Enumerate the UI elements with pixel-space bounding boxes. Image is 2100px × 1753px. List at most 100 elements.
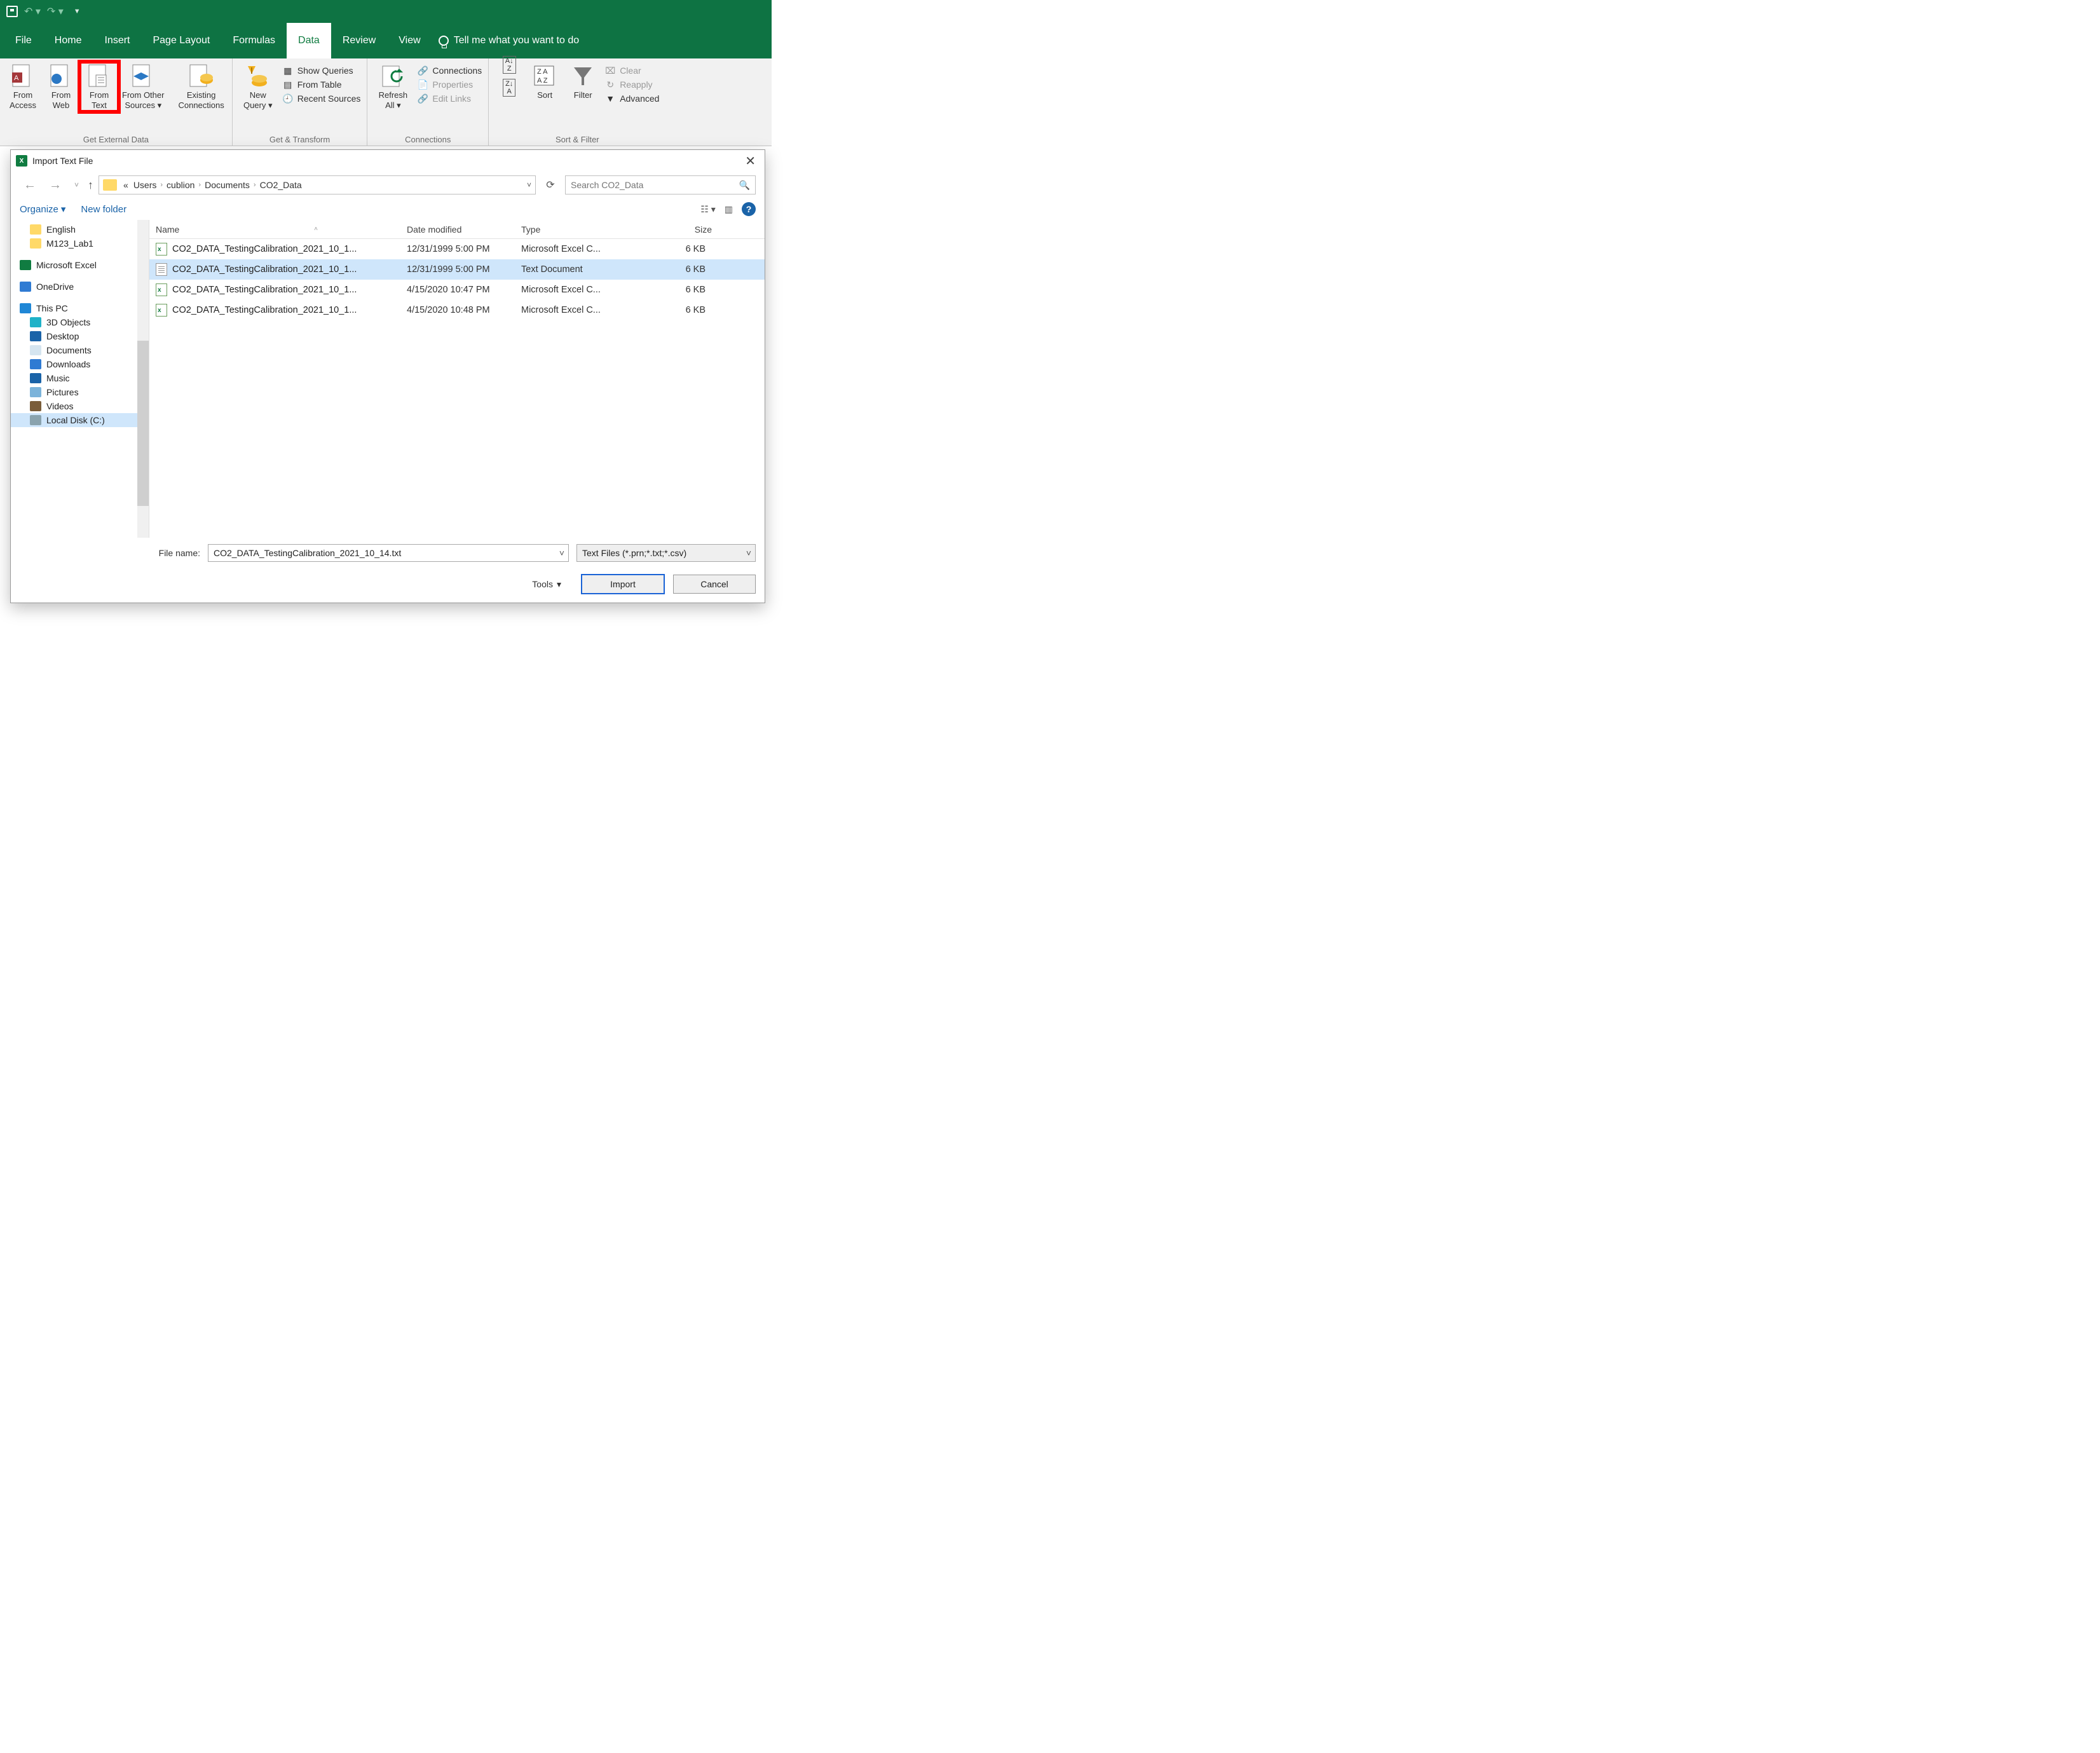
- ribbon-group-sort-filter: A↓ZZ↓A Z AA Z Sort Filter ⌧Clear ↻Reappl…: [489, 58, 665, 146]
- svg-text:Z A: Z A: [537, 68, 548, 76]
- import-button[interactable]: Import: [582, 575, 664, 594]
- menu-formulas[interactable]: Formulas: [221, 23, 287, 58]
- nav-downloads[interactable]: Downloads: [11, 357, 149, 371]
- tell-me-search[interactable]: Tell me what you want to do: [439, 35, 579, 46]
- 3d-objects-icon: [30, 317, 41, 327]
- breadcrumb-segment[interactable]: cublion: [164, 180, 197, 190]
- excel-icon: X: [16, 155, 27, 167]
- undo-icon[interactable]: ↶ ▾: [24, 5, 41, 18]
- nav-this-pc[interactable]: This PC: [11, 301, 149, 315]
- from-other-sources-button[interactable]: From OtherSources ▾: [118, 62, 168, 111]
- breadcrumb[interactable]: « Users› cublion› Documents› CO2_Data ˅: [99, 175, 536, 194]
- breadcrumb-dropdown-icon[interactable]: ˅: [527, 181, 531, 189]
- view-options-button[interactable]: ☷ ▾: [700, 204, 715, 215]
- menu-review[interactable]: Review: [331, 23, 387, 58]
- menu-data[interactable]: Data: [287, 23, 331, 58]
- refresh-icon[interactable]: ⟳: [541, 175, 560, 194]
- organize-button[interactable]: Organize ▾: [20, 203, 65, 215]
- file-row[interactable]: CO2_DATA_TestingCalibration_2021_10_1...…: [149, 239, 765, 259]
- file-list-pane: Name˄ Date modified Type Size CO2_DATA_T…: [149, 220, 765, 538]
- file-size: 6 KB: [629, 285, 718, 295]
- disk-icon: [30, 415, 41, 425]
- sort-button[interactable]: Z AA Z Sort: [526, 62, 564, 102]
- filter-button[interactable]: Filter: [564, 62, 602, 102]
- search-icon: 🔍: [739, 180, 750, 191]
- cancel-button[interactable]: Cancel: [673, 575, 756, 594]
- tools-button[interactable]: Tools ▾: [532, 579, 561, 590]
- menu-file[interactable]: File: [4, 23, 43, 58]
- nav-3d-objects[interactable]: 3D Objects: [11, 315, 149, 329]
- nav-videos[interactable]: Videos: [11, 399, 149, 413]
- sort-asc-button[interactable]: A↓ZZ↓A: [493, 62, 526, 90]
- menu-page-layout[interactable]: Page Layout: [141, 23, 221, 58]
- ribbon-group-get-external-data: A FromAccess FromWeb FromText From Other…: [0, 58, 233, 146]
- close-icon[interactable]: ✕: [741, 153, 760, 169]
- customize-qat-icon[interactable]: ▼: [70, 8, 81, 15]
- from-web-button[interactable]: FromWeb: [42, 62, 80, 111]
- existing-connections-button[interactable]: ExistingConnections: [174, 62, 228, 111]
- show-queries-icon: ▦: [282, 65, 294, 76]
- file-filter-combo[interactable]: Text Files (*.prn;*.txt;*.csv) ˅: [576, 544, 756, 562]
- redo-icon[interactable]: ↷ ▾: [47, 5, 64, 18]
- ribbon-group-label: Get & Transform: [236, 135, 364, 146]
- from-web-label: FromWeb: [51, 90, 71, 110]
- recent-sources-button[interactable]: 🕘Recent Sources: [280, 92, 364, 106]
- folder-icon: [30, 238, 41, 249]
- bulb-icon: [439, 36, 449, 46]
- menu-insert[interactable]: Insert: [93, 23, 141, 58]
- column-name[interactable]: Name˄: [149, 224, 400, 235]
- nav-microsoft-excel[interactable]: Microsoft Excel: [11, 258, 149, 272]
- nav-music[interactable]: Music: [11, 371, 149, 385]
- connections-button[interactable]: 🔗Connections: [414, 64, 484, 78]
- breadcrumb-segment[interactable]: Documents: [202, 180, 252, 190]
- new-folder-button[interactable]: New folder: [81, 204, 126, 215]
- nav-local-disk[interactable]: Local Disk (C:): [11, 413, 149, 427]
- show-queries-button[interactable]: ▦Show Queries: [280, 64, 364, 78]
- nav-onedrive[interactable]: OneDrive: [11, 280, 149, 294]
- filter-label: Filter: [574, 90, 592, 100]
- menu-home[interactable]: Home: [43, 23, 93, 58]
- from-access-label: FromAccess: [10, 90, 36, 110]
- menu-view[interactable]: View: [387, 23, 432, 58]
- file-row[interactable]: CO2_DATA_TestingCalibration_2021_10_1...…: [149, 280, 765, 300]
- music-icon: [30, 373, 41, 383]
- file-date: 4/15/2020 10:48 PM: [400, 305, 515, 315]
- sort-asc-icon: A↓ZZ↓A: [496, 64, 522, 89]
- column-size[interactable]: Size: [629, 224, 718, 235]
- from-text-button[interactable]: FromText: [80, 62, 118, 111]
- nav-folder-english[interactable]: English: [11, 222, 149, 236]
- from-access-button[interactable]: A FromAccess: [4, 62, 42, 111]
- breadcrumb-segment[interactable]: CO2_Data: [257, 180, 304, 190]
- save-icon[interactable]: [6, 6, 18, 17]
- chevron-down-icon: ˅: [746, 548, 751, 558]
- back-icon[interactable]: ←: [20, 178, 40, 193]
- file-name-combo[interactable]: CO2_DATA_TestingCalibration_2021_10_14.t…: [208, 544, 569, 562]
- ribbon: A FromAccess FromWeb FromText From Other…: [0, 58, 772, 146]
- text-file-icon: [156, 263, 167, 276]
- pictures-icon: [30, 387, 41, 397]
- chevron-down-icon: ▾: [557, 579, 561, 590]
- search-field[interactable]: [571, 180, 739, 190]
- new-query-button[interactable]: NewQuery ▾: [236, 62, 280, 111]
- nav-desktop[interactable]: Desktop: [11, 329, 149, 343]
- file-row[interactable]: CO2_DATA_TestingCalibration_2021_10_1...…: [149, 259, 765, 280]
- nav-pictures[interactable]: Pictures: [11, 385, 149, 399]
- from-table-button[interactable]: ▤From Table: [280, 78, 364, 92]
- refresh-all-button[interactable]: RefreshAll ▾: [371, 62, 414, 111]
- nav-folder-m123[interactable]: M123_Lab1: [11, 236, 149, 250]
- refresh-icon: [380, 64, 406, 89]
- column-date[interactable]: Date modified: [400, 224, 515, 235]
- help-icon[interactable]: ?: [742, 202, 756, 216]
- nav-documents[interactable]: Documents: [11, 343, 149, 357]
- up-icon[interactable]: ↑: [88, 179, 93, 192]
- nav-scrollbar-thumb[interactable]: [137, 341, 149, 506]
- breadcrumb-segment[interactable]: Users: [131, 180, 160, 190]
- file-row[interactable]: CO2_DATA_TestingCalibration_2021_10_1...…: [149, 300, 765, 320]
- file-name: CO2_DATA_TestingCalibration_2021_10_1...: [172, 305, 357, 315]
- history-dropdown-icon[interactable]: ˅: [71, 181, 83, 189]
- column-type[interactable]: Type: [515, 224, 629, 235]
- advanced-filter-button[interactable]: ▼Advanced: [602, 92, 662, 106]
- search-input[interactable]: 🔍: [565, 175, 756, 194]
- forward-icon[interactable]: →: [45, 178, 65, 193]
- preview-pane-button[interactable]: ▥: [725, 204, 733, 215]
